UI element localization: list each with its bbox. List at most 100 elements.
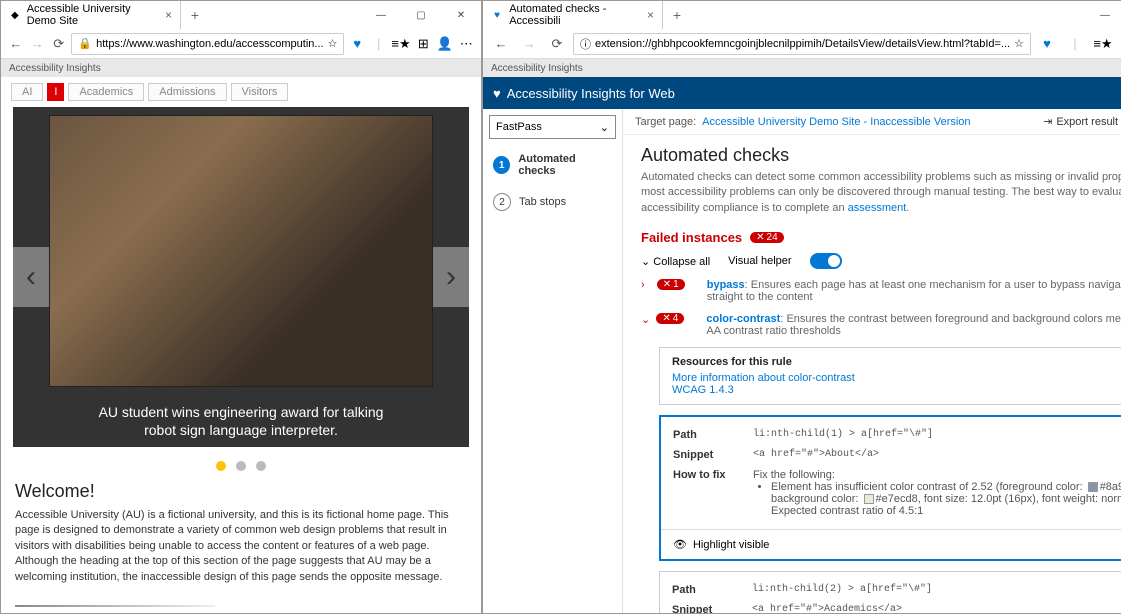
test-type-select[interactable]: FastPass ⌄ (489, 115, 616, 139)
resources-card: Resources for this rule More information… (659, 347, 1121, 405)
heart-icon[interactable]: ♥ (348, 32, 365, 56)
refresh-icon[interactable]: ⟳ (50, 32, 67, 56)
app-title: Accessibility Insights for Web (507, 86, 675, 101)
back-icon[interactable]: ← (7, 32, 24, 56)
target-page-label: Target page: (635, 116, 696, 128)
label-snippet: Snippet (672, 604, 732, 613)
dot-1[interactable] (216, 461, 226, 471)
url-text: https://www.washington.edu/accesscomputi… (96, 38, 323, 50)
favorites-icon[interactable]: ≡★ (1091, 32, 1115, 56)
heart-icon[interactable]: ♥ (1035, 32, 1059, 56)
lock-icon: 🔒 (78, 37, 92, 50)
welcome-text: Accessible University (AU) is a fictiona… (15, 508, 467, 585)
app-header: ♥ Accessibility Insights for Web ⚙ (483, 77, 1121, 109)
info-icon: ⓘ (580, 36, 591, 52)
menu-icon[interactable]: ⋯ (458, 32, 475, 56)
label-path: Path (673, 429, 733, 441)
close-icon[interactable]: × (165, 8, 172, 22)
eye-icon: 👁 (673, 538, 687, 551)
rule-bypass[interactable]: › ✕ 1 bypass: Ensures each page has at l… (641, 279, 1121, 303)
welcome-heading: Welcome! (15, 481, 467, 502)
divider: | (370, 32, 387, 56)
step-label: Tab stops (519, 196, 566, 208)
step-num-1: 1 (493, 156, 510, 174)
close-icon[interactable]: × (647, 8, 654, 22)
tab-i[interactable]: I (47, 83, 64, 101)
page-description: Automated checks can detect some common … (641, 170, 1121, 216)
star-icon[interactable]: ☆ (1014, 37, 1024, 50)
carousel-next-icon[interactable]: › (433, 247, 469, 307)
visual-helper-toggle[interactable] (810, 253, 842, 269)
export-icon: ⇥ (1043, 115, 1052, 128)
chevron-down-icon: ⌄ (641, 313, 650, 326)
close-icon[interactable]: ✕ (441, 1, 481, 29)
carousel-image (49, 115, 433, 387)
address-bar[interactable]: ⓘ extension://ghbhpcookfemncgoinjblecnil… (573, 33, 1031, 55)
step-automated-checks[interactable]: 1 Automated checks (483, 145, 622, 185)
refresh-icon[interactable]: ⟳ (545, 32, 569, 56)
select-value: FastPass (496, 121, 542, 133)
rule-count-badge: ✕ 1 (657, 279, 685, 290)
rule-name[interactable]: bypass (707, 279, 745, 291)
export-result-button[interactable]: ⇥Export result (1043, 115, 1118, 128)
instance-card-2: Pathli:nth-child(2) > a[href="\#"] Snipp… (659, 571, 1121, 613)
step-tab-stops[interactable]: 2 Tab stops (483, 185, 622, 219)
rule-name[interactable]: color-contrast (706, 313, 780, 325)
star-icon[interactable]: ☆ (328, 37, 338, 50)
rule-desc: Ensures each page has at least one mecha… (707, 279, 1121, 303)
instance-snippet: <a href="#">About</a> (753, 449, 1121, 461)
extension-bar: Accessibility Insights (1, 59, 481, 77)
heart-icon: ♥ (493, 86, 501, 101)
main-panel: Target page: Accessible University Demo … (623, 109, 1121, 613)
carousel-caption-1: AU student wins engineering award for ta… (13, 403, 469, 421)
dot-2[interactable] (236, 461, 246, 471)
forward-icon: → (517, 32, 541, 56)
chevron-right-icon: › (641, 279, 651, 291)
tab-academics[interactable]: Academics (68, 83, 144, 101)
instance-card-1: Path li:nth-child(1) > a[href="\#"] Snipp… (659, 415, 1121, 561)
step-label: Automated checks (518, 153, 612, 177)
rule-count-badge: ✕ 4 (656, 313, 684, 324)
carousel-dots (1, 455, 481, 481)
target-page-link[interactable]: Accessible University Demo Site - Inacce… (702, 116, 970, 128)
visual-helper-label: Visual helper (728, 255, 791, 267)
dot-3[interactable] (256, 461, 266, 471)
new-tab-button[interactable]: + (663, 7, 691, 23)
label-snippet: Snippet (673, 449, 733, 461)
profile-icon[interactable]: 👤 (436, 32, 453, 56)
divider (15, 605, 215, 607)
maximize-icon[interactable]: ▢ (401, 1, 441, 29)
address-bar[interactable]: 🔒 https://www.washington.edu/accesscompu… (71, 33, 344, 55)
resource-link-wcag[interactable]: WCAG 1.4.3 (672, 384, 734, 396)
minimize-icon[interactable]: — (361, 1, 401, 29)
failed-instances-heading: Failed instances (641, 230, 742, 245)
highlight-visible-button[interactable]: Highlight visible (693, 539, 769, 551)
favicon-icon: ◆ (9, 8, 21, 22)
tab-visitors[interactable]: Visitors (231, 83, 289, 101)
page-title: Automated checks (641, 145, 1121, 166)
instance-path: li:nth-child(1) > a[href="\#"] (753, 429, 1121, 441)
image-carousel: ‹ › AU student wins engineering award fo… (13, 107, 469, 447)
browser-tab-left[interactable]: ◆ Accessible University Demo Site × (1, 1, 181, 29)
favorites-icon[interactable]: ≡★ (391, 32, 410, 56)
carousel-prev-icon[interactable]: ‹ (13, 247, 49, 307)
tab-admissions[interactable]: Admissions (148, 83, 226, 101)
new-tab-button[interactable]: + (181, 7, 209, 23)
resources-heading: Resources for this rule (672, 356, 1121, 368)
resource-link-info[interactable]: More information about color-contrast (672, 372, 855, 384)
carousel-caption-2: robot sign language interpreter. (13, 421, 469, 439)
rule-color-contrast[interactable]: ⌄ ✕ 4 color-contrast: Ensures the contra… (641, 313, 1121, 337)
tab-ai[interactable]: AI (11, 83, 43, 101)
forward-icon: → (28, 32, 45, 56)
back-icon[interactable]: ← (489, 32, 513, 56)
tab-title: Accessible University Demo Site (27, 3, 159, 27)
instance-path: li:nth-child(2) > a[href="\#"] (752, 584, 1121, 596)
assessment-link[interactable]: assessment (848, 202, 907, 214)
chevron-down-icon: ⌄ (600, 121, 609, 134)
collections-icon[interactable]: ⊞ (415, 32, 432, 56)
minimize-icon[interactable]: — (1085, 1, 1121, 29)
failed-count-badge: ✕ 24 (750, 232, 784, 243)
browser-tab-right[interactable]: ♥ Automated checks - Accessibili × (483, 1, 663, 29)
collapse-all-button[interactable]: ⌄ Collapse all (641, 255, 710, 268)
instance-fix: Fix the following: Element has insuffici… (753, 469, 1121, 517)
